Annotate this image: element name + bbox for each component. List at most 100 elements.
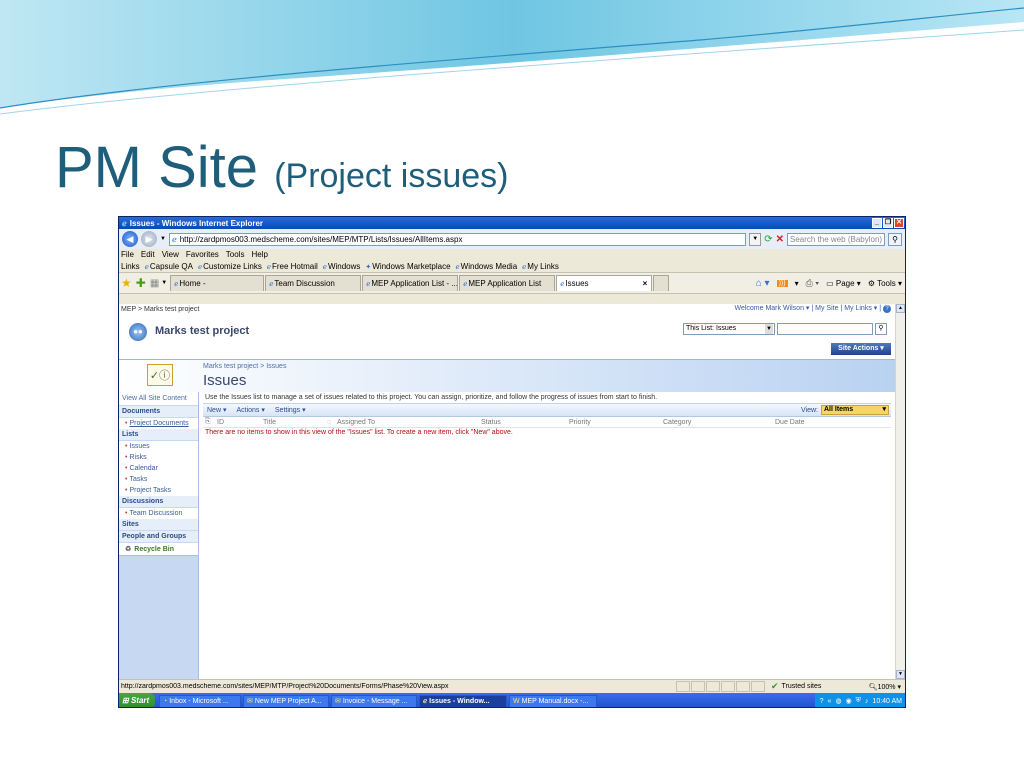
taskbar-item-invoice[interactable]: ✉ Invoice - Message ... — [331, 694, 417, 707]
ql-heading-discussions[interactable]: Discussions — [119, 496, 198, 508]
feeds-icon[interactable]: ))) — [776, 279, 788, 287]
tab-mep-application-list-1[interactable]: ℯ MEP Application List - ... — [362, 275, 459, 291]
link-free-hotmail[interactable]: ℯFree Hotmail — [267, 262, 318, 271]
ql-item-project-tasks[interactable]: • Project Tasks — [119, 485, 198, 496]
help-icon[interactable]: ? — [883, 305, 891, 313]
tray-network-icon[interactable]: ◍ — [835, 697, 841, 705]
link-windows-marketplace[interactable]: ✦Windows Marketplace — [365, 262, 450, 271]
tray-chevron-icon[interactable]: « — [828, 698, 832, 705]
column-header-category[interactable]: Category — [663, 419, 691, 426]
new-tab-button[interactable] — [653, 275, 670, 291]
ql-heading-people-and-groups[interactable]: People and Groups — [119, 531, 198, 543]
feeds-dropdown-icon[interactable]: ▾ — [795, 279, 799, 288]
search-icon[interactable]: ⚲ — [888, 232, 902, 246]
ql-item-label: Issues — [129, 443, 150, 450]
settings-menu-button[interactable]: Settings ▾ — [275, 406, 306, 414]
url-dropdown-button[interactable]: ▼ — [749, 232, 762, 246]
web-search-input[interactable]: Search the web (Babylon) — [787, 232, 885, 246]
view-select[interactable]: All Items — [821, 405, 889, 415]
menu-file[interactable]: File — [121, 250, 134, 259]
taskbar-item-mep-manual[interactable]: W MEP Manual.docx -... — [509, 694, 597, 707]
scroll-down-icon[interactable]: ▼ — [896, 670, 905, 679]
menu-view[interactable]: View — [162, 250, 179, 259]
recycle-bin-link[interactable]: ♻ Recycle Bin — [119, 543, 198, 555]
ql-item-team-discussion[interactable]: • Team Discussion — [119, 508, 198, 519]
stop-icon[interactable]: ✕ — [776, 234, 784, 245]
menu-help[interactable]: Help — [251, 250, 267, 259]
quick-tabs-icon[interactable]: ▦ — [150, 278, 159, 289]
close-button[interactable]: ✕ — [894, 218, 904, 228]
menu-tools[interactable]: Tools — [226, 250, 245, 259]
column-header-priority[interactable]: Priority — [569, 419, 591, 426]
tools-menu[interactable]: ⚙ Tools ▾ — [868, 279, 902, 288]
ql-heading-documents[interactable]: Documents — [119, 406, 198, 418]
column-header-assigned-to[interactable]: Assigned To — [337, 419, 375, 426]
attachment-column-icon[interactable]: ⎘ — [205, 418, 211, 426]
back-button[interactable]: ◀ — [122, 231, 138, 247]
clock[interactable]: 10:40 AM — [872, 698, 902, 705]
site-title[interactable]: Marks test project — [155, 325, 249, 337]
view-all-site-content-link[interactable]: View All Site Content — [119, 392, 198, 406]
tab-mep-application-list-2[interactable]: ℯ MEP Application List — [459, 275, 556, 291]
column-header-id[interactable]: ID — [217, 419, 224, 426]
tab-home[interactable]: ℯ Home - — [170, 275, 265, 291]
tab-list-dropdown-icon[interactable]: ▼ — [161, 280, 167, 286]
tray-antivirus-icon[interactable]: ◉ — [846, 697, 852, 705]
tray-volume-icon[interactable]: ♪ — [865, 698, 869, 705]
welcome-user-menu[interactable]: Welcome Mark Wilson ▾ — [734, 305, 809, 312]
quick-launch: View All Site Content Documents • Project… — [119, 392, 199, 679]
history-dropdown-icon[interactable]: ▼ — [160, 236, 166, 242]
forward-button[interactable]: ▶ — [141, 231, 157, 247]
url-input[interactable]: ℯ http://zardpmos003.medscheme.com/sites… — [168, 232, 747, 246]
list-breadcrumb[interactable]: Marks test project > Issues — [203, 363, 286, 370]
actions-menu-button[interactable]: Actions ▾ — [236, 406, 264, 414]
ql-heading-lists[interactable]: Lists — [119, 429, 198, 441]
menu-favorites[interactable]: Favorites — [186, 250, 219, 259]
refresh-icon[interactable]: ⟳ — [764, 234, 772, 245]
add-favorite-icon[interactable]: ✚ — [136, 276, 146, 290]
site-search-icon[interactable]: ⚲ — [875, 323, 887, 335]
favorites-star-icon[interactable]: ★ — [121, 276, 132, 290]
scroll-up-icon[interactable]: ▲ — [896, 304, 905, 313]
new-menu-button[interactable]: New ▾ — [207, 406, 226, 414]
link-windows[interactable]: ℯWindows — [323, 262, 361, 271]
taskbar-item-new-mep-project[interactable]: ✉ New MEP Project A... — [243, 694, 329, 707]
tab-team-discussion[interactable]: ℯ Team Discussion — [265, 275, 362, 291]
tab-issues[interactable]: ℯ Issues × — [556, 275, 653, 291]
column-header-title[interactable]: Title — [263, 419, 276, 426]
restore-button[interactable]: ❐ — [883, 218, 893, 228]
taskbar-item-issues[interactable]: ℯ Issues - Window... — [419, 694, 507, 707]
vertical-scrollbar[interactable]: ▲ ▼ — [895, 304, 905, 679]
site-header: ●● Marks test project This List: Issues … — [119, 315, 895, 359]
print-icon[interactable]: ⎙ ▾ — [806, 278, 819, 289]
close-tab-icon[interactable]: × — [643, 279, 648, 288]
page-menu[interactable]: ▭ Page ▾ — [826, 279, 861, 288]
start-button[interactable]: ⊞ Start — [119, 693, 155, 707]
column-header-due-date[interactable]: Due Date — [775, 419, 805, 426]
link-my-links[interactable]: ℯMy Links — [522, 262, 559, 271]
security-zone[interactable]: ✔ Trusted sites — [771, 681, 855, 692]
menu-edit[interactable]: Edit — [141, 250, 155, 259]
ql-item-issues[interactable]: • Issues — [119, 441, 198, 452]
minimize-button[interactable]: _ — [872, 218, 882, 228]
ql-item-project-documents[interactable]: • Project Documents — [119, 418, 198, 429]
link-windows-media[interactable]: ℯWindows Media — [456, 262, 518, 271]
site-actions-button[interactable]: Site Actions ▾ — [831, 343, 891, 355]
my-links-menu[interactable]: My Links ▾ — [844, 305, 877, 312]
site-logo-icon: ●● — [129, 323, 147, 341]
ql-item-calendar[interactable]: • Calendar — [119, 463, 198, 474]
tray-shield-icon[interactable]: ⛨ — [856, 697, 861, 705]
link-capsule-qa[interactable]: ℯCapsule QA — [145, 262, 193, 271]
search-scope-select[interactable]: This List: Issues — [683, 323, 775, 335]
site-search-input[interactable] — [777, 323, 873, 335]
zoom-level[interactable]: 🔍︎100% ▾ — [855, 683, 905, 691]
column-header-status[interactable]: Status — [481, 419, 501, 426]
home-icon[interactable]: ⌂ ▾ — [756, 278, 770, 289]
tray-help-icon[interactable]: ? — [820, 698, 824, 705]
link-customize-links[interactable]: ℯCustomize Links — [198, 262, 262, 271]
ql-item-tasks[interactable]: • Tasks — [119, 474, 198, 485]
my-site-link[interactable]: My Site — [815, 305, 838, 312]
taskbar-item-inbox[interactable]: ◔ Inbox - Microsoft ... — [159, 694, 241, 707]
ql-item-risks[interactable]: • Risks — [119, 452, 198, 463]
ql-heading-sites[interactable]: Sites — [119, 519, 198, 531]
